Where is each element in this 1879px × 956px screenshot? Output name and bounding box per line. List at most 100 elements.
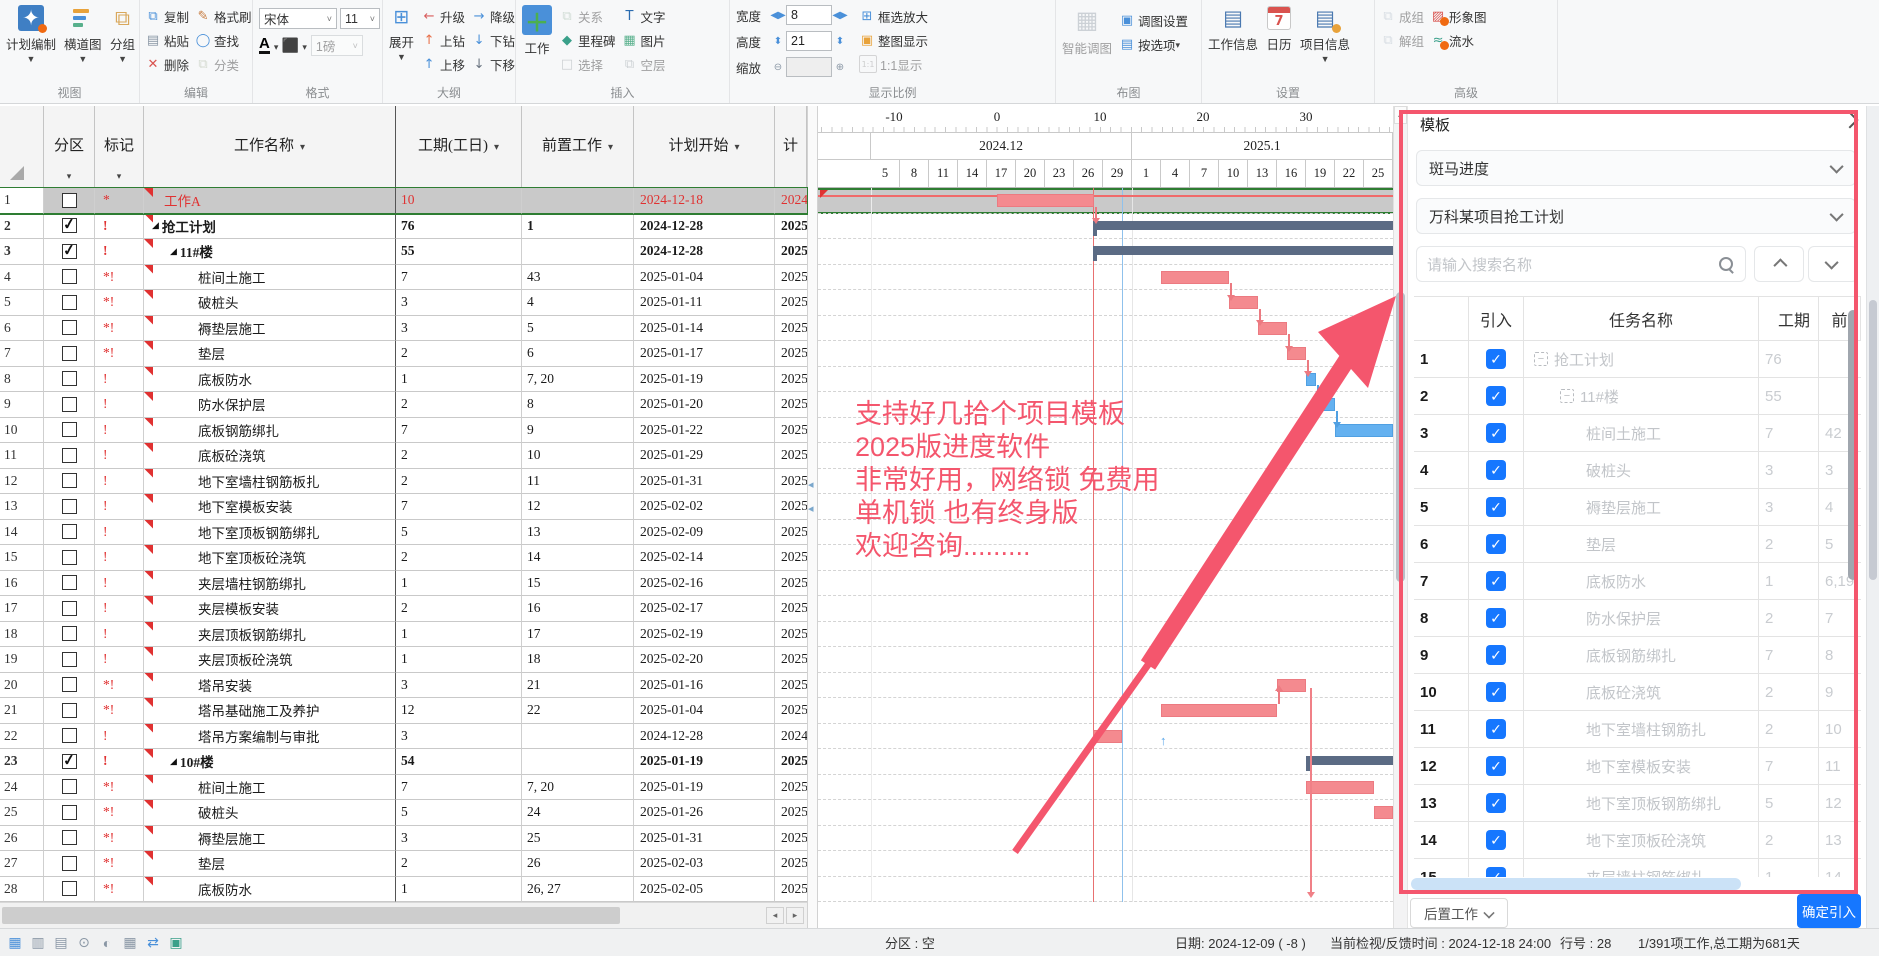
task-row-10[interactable]: 10!底板钢筋绑扎792025-01-222025 [0, 418, 807, 444]
task-name-cell[interactable]: 夹层模板安装 [144, 596, 396, 622]
panel-vertical-scrollbar[interactable] [1848, 310, 1858, 580]
task-name-cell[interactable]: 地下室墙柱钢筋板扎 [144, 469, 396, 495]
duration-cell[interactable]: 7 [396, 265, 522, 291]
start-date-cell[interactable]: 2025-01-26 [634, 800, 775, 826]
task-name-cell[interactable]: 垫层 [144, 341, 396, 367]
panel-column-header-任务名称[interactable]: 任务名称 [1524, 297, 1759, 341]
start-date-cell[interactable]: 2025-01-31 [634, 826, 775, 852]
ribbon-button-里程碑[interactable]: ◆里程碑 [556, 28, 619, 52]
ribbon-button-格式刷[interactable]: ✎格式刷 [192, 4, 255, 28]
start-date-cell[interactable]: 2025-01-20 [634, 392, 775, 418]
task-row-8[interactable]: 8!底板防水17, 202025-01-192025 [0, 367, 807, 393]
start-date-cell[interactable]: 2024-12-18 [634, 188, 775, 214]
start-date-cell[interactable]: 2025-01-22 [634, 418, 775, 444]
filter-caret-icon[interactable]: ▾ [95, 171, 143, 182]
partition-checkbox[interactable] [62, 881, 77, 896]
duration-cell[interactable]: 2 [396, 341, 522, 367]
import-checkbox[interactable]: ✓ [1486, 534, 1506, 554]
predecessor-cell[interactable]: 12 [522, 494, 634, 520]
collapse-triangle-icon[interactable]: ◢ [170, 756, 177, 767]
ribbon-button-图片[interactable]: ▦图片 [619, 28, 669, 52]
column-header-计[interactable]: 计 [775, 106, 807, 188]
task-name-cell[interactable]: 夹层顶板钢筋绑扎 [144, 622, 396, 648]
task-row-13[interactable]: 13!地下室模板安装7122025-02-022025 [0, 494, 807, 520]
sort-caret-icon[interactable]: ▾ [608, 142, 613, 153]
start-date-cell[interactable]: 2025-02-05 [634, 877, 775, 903]
panel-name-cell[interactable]: 破桩头 [1524, 452, 1759, 489]
panel-name-cell[interactable]: −11#楼 [1524, 378, 1759, 415]
import-checkbox[interactable]: ✓ [1486, 349, 1506, 369]
task-name-cell[interactable]: 底板钢筋绑扎 [144, 418, 396, 444]
task-row-27[interactable]: 27*!垫层2262025-02-032025 [0, 851, 807, 877]
task-row-22[interactable]: 22!塔吊方案编制与审批32024-12-282024 [0, 724, 807, 750]
duration-cell[interactable]: 7 [396, 775, 522, 801]
partition-checkbox[interactable] [62, 550, 77, 565]
task-name-cell[interactable]: 地下室模板安装 [144, 494, 396, 520]
task-row-1[interactable]: 1*工作A102024-12-182024 [0, 188, 807, 214]
ribbon-button-查找[interactable]: ◯查找 [192, 28, 255, 52]
task-name-cell[interactable]: 桩间土施工 [144, 775, 396, 801]
partition-checkbox[interactable] [62, 448, 77, 463]
partition-checkbox[interactable] [62, 295, 77, 310]
duration-cell[interactable]: 1 [396, 622, 522, 648]
contrast-view-icon[interactable]: ◐ [98, 934, 116, 952]
font-color-button[interactable]: A [259, 37, 270, 54]
start-date-cell[interactable]: 2025-02-14 [634, 545, 775, 571]
task-name-cell[interactable]: 塔吊安装 [144, 673, 396, 699]
start-date-cell[interactable]: 2025-02-03 [634, 851, 775, 877]
ribbon-button-整图显示[interactable]: ▣整图显示 [856, 28, 931, 52]
import-checkbox[interactable]: ✓ [1486, 867, 1506, 877]
predecessor-cell[interactable]: 11 [522, 469, 634, 495]
scrollbar-thumb[interactable] [1869, 300, 1877, 580]
scroll-up-icon[interactable]: ▲ [1394, 106, 1407, 124]
summary-collapse-icon[interactable]: − [1560, 389, 1574, 403]
start-date-cell[interactable]: 2025-01-11 [634, 290, 775, 316]
panel-horizontal-scrollbar[interactable] [1411, 878, 1741, 890]
view-sheet-icon[interactable]: ▤ [52, 934, 70, 952]
panel-column-header-工期[interactable]: 工期 [1759, 297, 1819, 341]
ribbon-button-上移[interactable]: ↑上移 [418, 52, 468, 76]
fill-color-button[interactable]: ⬛ [282, 38, 298, 54]
ribbon-button-横道图[interactable]: 横道图▼ [60, 2, 106, 63]
task-row-9[interactable]: 9!防水保护层282025-01-202025 [0, 392, 807, 418]
task-row-6[interactable]: 6*!褥垫层施工352025-01-142025 [0, 316, 807, 342]
partition-checkbox[interactable] [62, 601, 77, 616]
ribbon-button-计划编制[interactable]: ✦计划编制▼ [2, 2, 60, 63]
duration-cell[interactable]: 3 [396, 724, 522, 750]
task-name-cell[interactable]: ◢10#楼 [144, 749, 396, 775]
task-row-11[interactable]: 11!底板砼浇筑2102025-01-292025 [0, 443, 807, 469]
start-date-cell[interactable]: 2024-12-28 [634, 214, 775, 240]
task-row-7[interactable]: 7*!垫层262025-01-172025 [0, 341, 807, 367]
duration-cell[interactable]: 54 [396, 749, 522, 775]
start-date-cell[interactable]: 2025-02-02 [634, 494, 775, 520]
partition-checkbox[interactable] [62, 856, 77, 871]
scrollbar-thumb[interactable] [1396, 292, 1405, 582]
task-row-17[interactable]: 17!夹层模板安装2162025-02-172025 [0, 596, 807, 622]
partition-checkbox[interactable] [62, 754, 77, 769]
gantt-vertical-scrollbar[interactable]: ▲ [1393, 106, 1407, 928]
task-name-cell[interactable]: 底板防水 [144, 877, 396, 903]
task-row-18[interactable]: 18!夹层顶板钢筋绑扎1172025-02-192025 [0, 622, 807, 648]
scale-input-高度[interactable]: 21 [786, 31, 832, 51]
ribbon-button-展开[interactable]: ⊞展开▼ [385, 2, 418, 61]
predecessor-cell[interactable]: 15 [522, 571, 634, 597]
task-name-cell[interactable]: 地下室顶板钢筋绑扎 [144, 520, 396, 546]
collapse-triangle-icon[interactable]: ◢ [170, 246, 177, 257]
column-header-计划开始[interactable]: 计划开始▾ [634, 106, 775, 188]
predecessor-cell[interactable] [522, 239, 634, 265]
duration-cell[interactable]: 1 [396, 571, 522, 597]
task-name-cell[interactable]: 工作A [144, 188, 396, 214]
task-row-14[interactable]: 14!地下室顶板钢筋绑扎5132025-02-092025 [0, 520, 807, 546]
confirm-import-button[interactable]: 确定引入 [1797, 894, 1861, 928]
partition-checkbox[interactable] [62, 626, 77, 641]
circle-view-icon[interactable]: ⊙ [75, 934, 93, 952]
scroll-right-icon[interactable]: ▸ [786, 907, 804, 924]
task-name-cell[interactable]: 塔吊方案编制与审批 [144, 724, 396, 750]
ribbon-button-下钻[interactable]: ↓下钻 [468, 28, 518, 52]
predecessor-cell[interactable] [522, 749, 634, 775]
sort-caret-icon[interactable]: ▾ [300, 142, 305, 153]
splitter-collapse-icon[interactable]: ◂ [808, 502, 814, 515]
ribbon-button-粘贴[interactable]: ▤粘贴 [142, 28, 192, 52]
select-all-corner-icon[interactable] [10, 166, 24, 180]
panel-name-cell[interactable]: 垫层 [1524, 526, 1759, 563]
